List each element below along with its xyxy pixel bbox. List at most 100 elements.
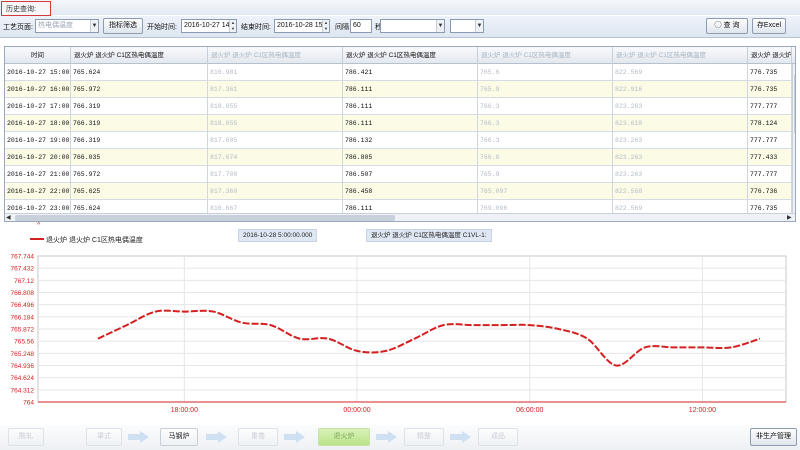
arrow-right-icon xyxy=(296,431,305,443)
chart-svg[interactable]: 767.744 767.432 767.12 766.808 766.496 766.18… xyxy=(0,224,800,420)
value-cell: 786.111 xyxy=(343,98,478,115)
value-cell: 818.055 xyxy=(208,115,343,132)
y-tick-label: 767.432 xyxy=(11,266,35,273)
column-header[interactable]: 退火炉 退火炉 C1区热电偶温度 xyxy=(478,47,613,64)
scroll-thumb[interactable] xyxy=(15,215,395,221)
value-cell: 766.319 xyxy=(71,115,208,132)
table-row[interactable]: 2016-10-27 18:00:00766.319818.055786.111… xyxy=(5,115,795,132)
arrow-right-icon xyxy=(206,434,218,440)
chevron-down-icon[interactable]: ▼ xyxy=(90,20,98,32)
y-tick-label: 765.248 xyxy=(11,351,35,358)
time-cell: 2016-10-27 16:00:00 xyxy=(5,81,71,98)
y-tick-label: 767.12 xyxy=(14,278,34,285)
value-cell: 765.097 xyxy=(478,183,613,200)
time-cell: 2016-10-27 19:00:00 xyxy=(5,132,71,149)
table-row[interactable]: 2016-10-27 15:00:00765.624816.981786.421… xyxy=(5,64,795,81)
table-row[interactable]: 2016-10-27 21:00:00765.972817.708786.507… xyxy=(5,166,795,183)
start-time-value: 2016-10-27 14 xyxy=(184,22,230,29)
flow-step[interactable]: 成品 xyxy=(478,428,518,446)
scroll-right-icon[interactable]: ▶ xyxy=(787,214,792,221)
value-cell: 786.132 xyxy=(343,132,478,149)
arrow-right-icon xyxy=(388,431,397,443)
chevron-down-icon[interactable]: ▼ xyxy=(475,20,483,32)
value-cell: 765.9 xyxy=(478,166,613,183)
value-cell: 777.433 xyxy=(748,149,792,166)
page-title: 历史查询: xyxy=(6,6,36,13)
horizontal-scrollbar[interactable]: ◀ ▶ xyxy=(5,213,795,221)
unit-select[interactable]: ▼ xyxy=(380,19,445,33)
vertical-scrollbar[interactable] xyxy=(792,64,795,214)
time-cell: 2016-10-27 20:00:00 xyxy=(5,149,71,166)
table-row[interactable]: 2016-10-27 20:00:00766.035817.674786.805… xyxy=(5,149,795,166)
flow-step[interactable]: 酸轧 xyxy=(8,428,44,446)
value-cell: 822.568 xyxy=(613,183,748,200)
time-cell: 2016-10-27 15:00:00 xyxy=(5,64,71,81)
column-header[interactable]: 退火炉 退火炉 C1区热电偶温度 xyxy=(208,47,343,64)
value-cell: 765.972 xyxy=(71,166,208,183)
title-box: 历史查询: xyxy=(1,1,51,16)
time-cell: 2016-10-27 21:00:00 xyxy=(5,166,71,183)
process-flow-bar: 酸轧 罩式 马钢炉 重卷 退火炉 精整 成品 非生产管理 xyxy=(0,425,800,450)
arrow-right-icon xyxy=(376,434,388,440)
process-select[interactable]: 热电偶温度 ▼ xyxy=(35,19,99,33)
value-cell: 766.3 xyxy=(478,115,613,132)
column-header[interactable]: 退火炉 退火炉 C1区热电偶温度 xyxy=(343,47,478,64)
x-tick-label: 12:00:00 xyxy=(689,407,716,414)
value-cell: 823.610 xyxy=(613,115,748,132)
filter-button[interactable]: 指标筛选 xyxy=(103,18,143,34)
option-select[interactable]: ▼ xyxy=(450,19,484,33)
value-cell: 786.111 xyxy=(343,81,478,98)
value-cell: 786.421 xyxy=(343,64,478,81)
column-header[interactable]: 退火炉 退火炉 C1区热电偶温度 xyxy=(613,47,748,64)
value-cell: 817.685 xyxy=(208,132,343,149)
value-cell: 823.263 xyxy=(613,166,748,183)
y-tick-label: 764.624 xyxy=(11,375,35,382)
scroll-left-icon[interactable]: ◀ xyxy=(6,214,11,221)
value-cell: 778.124 xyxy=(748,115,792,132)
value-cell: 765.6 xyxy=(478,64,613,81)
chevron-down-icon[interactable]: ▼ xyxy=(436,20,444,32)
flow-step[interactable]: 马钢炉 xyxy=(160,428,198,446)
export-excel-button[interactable]: 存Excel xyxy=(752,18,786,34)
end-time-field[interactable]: 2016-10-28 15 ▲ ▼ xyxy=(274,19,330,33)
spin-icon[interactable]: ▲ ▼ xyxy=(229,20,236,32)
non-production-button[interactable]: 非生产管理 xyxy=(750,428,797,446)
value-cell: 766.3 xyxy=(478,132,613,149)
start-time-field[interactable]: 2016-10-27 14 ▲ ▼ xyxy=(181,19,237,33)
value-cell: 786.111 xyxy=(343,115,478,132)
table-row[interactable]: 2016-10-27 16:00:00765.972817.361786.111… xyxy=(5,81,795,98)
y-tick-label: 765.56 xyxy=(14,339,34,346)
column-header[interactable]: 退火炉 退火炉 xyxy=(748,47,792,64)
flow-step[interactable]: 重卷 xyxy=(238,428,278,446)
title-bar xyxy=(0,0,800,15)
x-tick-label: 06:00:00 xyxy=(516,407,543,414)
value-cell: 786.805 xyxy=(343,149,478,166)
flow-step-active[interactable]: 退火炉 xyxy=(318,428,370,446)
flow-step[interactable]: 精整 xyxy=(404,428,444,446)
scroll-thumb[interactable] xyxy=(794,74,795,134)
value-cell: 776.736 xyxy=(748,183,792,200)
value-cell: 817.361 xyxy=(208,81,343,98)
column-header[interactable]: 时间 xyxy=(5,47,71,64)
value-cell: 823.263 xyxy=(613,98,748,115)
process-label: 工艺页面: xyxy=(3,24,33,31)
value-cell: 765.625 xyxy=(71,183,208,200)
table-row[interactable]: 2016-10-27 19:00:00766.319817.685786.132… xyxy=(5,132,795,149)
spin-icon[interactable]: ▲ ▼ xyxy=(322,20,329,32)
value-cell: 786.458 xyxy=(343,183,478,200)
table-row[interactable]: 2016-10-27 17:00:00766.319818.055786.111… xyxy=(5,98,795,115)
value-cell: 816.981 xyxy=(208,64,343,81)
y-tick-label: 766.184 xyxy=(11,314,35,321)
value-cell: 766.035 xyxy=(71,149,208,166)
flow-step[interactable]: 罩式 xyxy=(86,428,122,446)
y-tick-label: 764 xyxy=(23,400,34,407)
value-cell: 776.735 xyxy=(748,81,792,98)
interval-label: 间隔 xyxy=(335,24,349,31)
query-button[interactable]: ◯ 查 询 xyxy=(706,18,748,34)
value-cell: 766.319 xyxy=(71,98,208,115)
time-cell: 2016-10-27 17:00:00 xyxy=(5,98,71,115)
interval-input[interactable]: 60 xyxy=(350,19,372,33)
x-tick-label: 00:00:00 xyxy=(343,407,370,414)
table-row[interactable]: 2016-10-27 22:00:00765.625817.360786.458… xyxy=(5,183,795,200)
column-header[interactable]: 退火炉 退火炉 C1区热电偶温度 xyxy=(71,47,208,64)
